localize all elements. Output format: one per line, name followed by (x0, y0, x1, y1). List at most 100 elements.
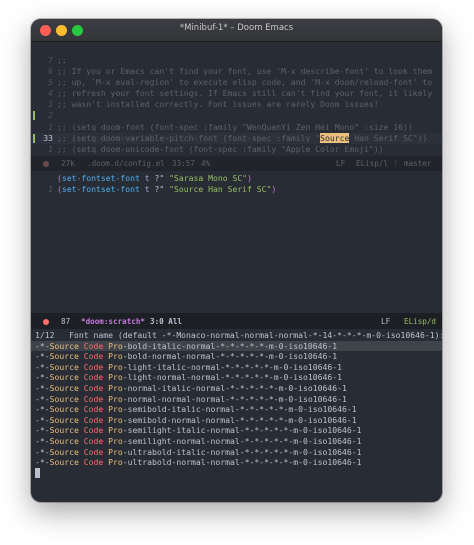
completion-candidates[interactable]: -*-Source Code Pro-bold-italic-normal-*-… (31, 340, 442, 468)
eol-type: LF (336, 159, 346, 168)
selected-completion-candidate[interactable]: -*-Source Code Pro-bold-italic-normal-*-… (31, 340, 442, 352)
completion-candidate[interactable]: -*-Source Code Pro-light-normal-normal-*… (31, 372, 442, 383)
candidate-prefix: -*- (35, 457, 50, 468)
match-code: Code (83, 404, 104, 415)
code-text: ;; wasn't installed correctly. Font issu… (57, 99, 379, 110)
editor-pane-config[interactable]: 7;; 6 ;; If you or Emacs can't find your … (31, 55, 442, 166)
code-segment: ;; (setq doom-variable-pitch-font (font-… (57, 132, 321, 143)
candidate-prefix: -*- (35, 361, 50, 372)
window-title: *Minibuf-1* – Doom Emacs (179, 23, 294, 33)
match-pro: Pro (108, 393, 123, 404)
code-text: ;; (setq doom-unicode-font (font-spec :f… (57, 143, 384, 154)
paren: ) (247, 173, 252, 183)
eol-type: LF (381, 317, 391, 326)
completion-candidate[interactable]: -*-Source Code Pro-light-italic-normal-*… (31, 362, 442, 373)
minibuffer-prompt[interactable]: 1/12 Font name (default -*-Monaco-normal… (31, 330, 442, 341)
candidate-prefix: -*- (35, 351, 50, 362)
editor-pane-scratch[interactable]: (set-fontset-font t ?" "Sarasa Mono SC")… (31, 173, 442, 195)
current-code-line: 33;; (setq doom-variable-pitch-font (fon… (31, 132, 442, 144)
buffer-percent: 4% (201, 159, 211, 168)
minibuffer[interactable]: 1/12 Font name (default -*-Monaco-normal… (31, 330, 442, 478)
match-source: Source (49, 393, 79, 404)
completion-candidate[interactable]: -*-Source Code Pro-ultrabold-normal-norm… (31, 457, 442, 468)
cursor-position: 33:57 (172, 159, 195, 168)
buffer-size: 27k (61, 159, 75, 168)
git-gutter-marker (33, 133, 35, 143)
function-name: set-fontset-font (61, 173, 140, 183)
candidate-prefix: -*- (35, 425, 50, 436)
candidate-suffix: -normal-normal-normal-*-*-*-*-*-m-0-iso1… (122, 393, 347, 404)
completion-candidate[interactable]: -*-Source Code Pro-normal-italic-normal-… (31, 383, 442, 394)
candidate-prefix: -*- (35, 382, 50, 393)
candidate-suffix: -ultrabold-normal-normal-*-*-*-*-*-m-0-i… (122, 457, 362, 468)
major-mode: ELisp/d (404, 317, 437, 326)
match-source: Source (49, 435, 79, 446)
paren: ) (271, 184, 277, 195)
modeline-config[interactable]: 27k .doom.d/config.el 33:57 4% LF ELisp/… (31, 156, 442, 171)
match-pro: Pro (108, 457, 123, 468)
match-source: Source (49, 382, 79, 393)
minibuffer-input-line[interactable] (31, 467, 442, 479)
major-mode: ELisp/l (356, 159, 389, 168)
match-code: Code (83, 414, 104, 425)
candidate-suffix: -semilight-italic-normal-*-*-*-*-*-m-0-i… (122, 425, 362, 436)
candidate-suffix: -semilight-normal-normal-*-*-*-*-*-m-0-i… (122, 435, 362, 446)
match-source: Source (49, 446, 79, 457)
line-number: 1 (48, 121, 53, 132)
completion-candidate[interactable]: -*-Source Code Pro-semibold-italic-norma… (31, 404, 442, 415)
candidate-suffix: -ultrabold-italic-normal-*-*-*-*-*-m-0-i… (122, 446, 362, 457)
completion-candidate[interactable]: -*-Source Code Pro-bold-normal-normal-*-… (31, 351, 442, 362)
code-line: 4 ;; refresh your font settings. If Emacs… (31, 88, 442, 99)
match-pro: Pro (108, 382, 123, 393)
prompt-text: 1/12 Font name (default -*-Monaco-normal… (35, 330, 442, 340)
buffer-state-icon (43, 319, 49, 325)
char-literal: ?" (154, 184, 165, 195)
code-text: ;; If you or Emacs can't find your font,… (57, 66, 433, 77)
vcs-branch: master (404, 159, 432, 168)
completion-candidate[interactable]: -*-Source Code Pro-normal-normal-normal-… (31, 394, 442, 405)
buffer-file-name: .doom.d/config.el (87, 159, 165, 168)
candidate-prefix: -*- (35, 435, 50, 446)
candidate-prefix: -*- (35, 446, 50, 457)
code-line: 6 ;; If you or Emacs can't find your font… (31, 66, 442, 77)
code-text: ;; (57, 55, 67, 65)
completion-candidate[interactable]: -*-Source Code Pro-semilight-normal-norm… (31, 436, 442, 447)
match-code: Code (83, 361, 104, 372)
string-literal: "Sarasa Mono SC" (169, 173, 248, 183)
cursor-position: 3:0 All (150, 317, 183, 326)
completion-candidate[interactable]: -*-Source Code Pro-semibold-normal-norma… (31, 415, 442, 426)
candidate-suffix: -light-normal-normal-*-*-*-*-*-m-0-iso10… (122, 372, 343, 383)
char-literal: ?" (154, 173, 165, 183)
candidate-suffix: -bold-italic-normal-*-*-*-*-*-m-0-iso106… (122, 340, 338, 351)
candidate-suffix: -semibold-italic-normal-*-*-*-*-*-m-0-is… (122, 404, 357, 415)
match-source: Source (49, 457, 79, 468)
match-source: Source (49, 361, 79, 372)
match-pro: Pro (108, 446, 123, 457)
line-number: 6 (48, 66, 53, 77)
code-text: ;; (setq doom-font (font-spec :family "W… (57, 121, 413, 132)
code-line: 1 (set-fontset-font t ?" "Source Han Seri… (31, 184, 442, 195)
match-source: Source (49, 414, 79, 425)
code-text: ;; refresh your font settings. If Emacs … (57, 88, 433, 99)
modeline-scratch[interactable]: 87 *doom:scratch* 3:0 All LF ELisp/d (31, 313, 442, 329)
function-name: set-fontset-font (61, 184, 140, 195)
code-line: 3 ;; wasn't installed correctly. Font iss… (31, 99, 442, 110)
git-branch-icon: ᚴ (394, 159, 399, 168)
code-line: (set-fontset-font t ?" "Sarasa Mono SC") (31, 173, 442, 184)
match-source: Source (49, 372, 79, 383)
match-source: Source (49, 340, 79, 351)
candidate-suffix: -bold-normal-normal-*-*-*-*-*-m-0-iso106… (122, 351, 338, 362)
match-pro: Pro (108, 435, 123, 446)
code-line: 1 ;; (setq doom-font (font-spec :family "… (31, 122, 442, 133)
match-code: Code (83, 340, 104, 351)
line-number: 3 (48, 99, 53, 110)
candidate-suffix: -light-italic-normal-*-*-*-*-*-m-0-iso10… (122, 361, 343, 372)
match-pro: Pro (108, 361, 123, 372)
code-line: 1 ;; (setq doom-unicode-font (font-spec :… (31, 144, 442, 155)
string-literal: "Source Han Serif SC" (169, 184, 272, 195)
completion-candidate[interactable]: -*-Source Code Pro-semilight-italic-norm… (31, 425, 442, 436)
candidate-prefix: -*- (35, 340, 50, 351)
match-code: Code (83, 393, 104, 404)
match-code: Code (83, 457, 104, 468)
completion-candidate[interactable]: -*-Source Code Pro-ultrabold-italic-norm… (31, 447, 442, 458)
